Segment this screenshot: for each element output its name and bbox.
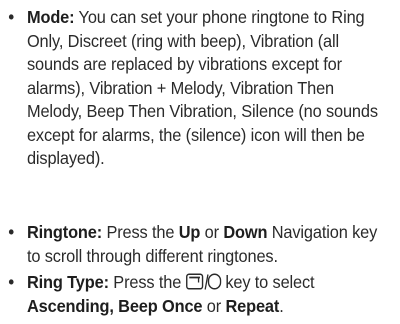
list-item-text: Mode: You can set your phone ringtone to… [27, 6, 392, 171]
option-ascending-beep-once: Ascending, Beep Once [26, 295, 203, 316]
key-down: Down [223, 222, 268, 242]
ok-key-icon [207, 273, 221, 290]
softkey-icon [185, 273, 203, 290]
softkey-ok-key-icon [185, 273, 221, 291]
term-ringtone: Ringtone: [26, 222, 103, 242]
list-item-ring-type: • Ring Type: Press the key to select Asc… [0, 271, 372, 318]
option-repeat: Repeat [225, 295, 280, 316]
mode-description: You can set your phone ringtone to Ring … [26, 7, 378, 168]
text-fragment: key to select [220, 272, 315, 292]
list-item-mode: • Mode: You can set your phone ringtone … [0, 6, 378, 171]
list-item-text: Ringtone: Press the Up or Down Navigatio… [27, 221, 392, 268]
text-fragment: Press the [108, 272, 186, 292]
list-item-ringtone: • Ringtone: Press the Up or Down Navigat… [0, 221, 377, 268]
text-fragment: or [200, 222, 224, 242]
bullet-point: • [8, 222, 14, 242]
manual-page: • Mode: You can set your phone ringtone … [0, 0, 400, 324]
term-mode: Mode: [26, 7, 75, 27]
text-fragment: . [279, 295, 284, 316]
bullet-point: • [8, 272, 14, 292]
bullet-point: • [8, 7, 14, 27]
term-ring-type: Ring Type: [26, 272, 109, 292]
key-up: Up [178, 222, 201, 242]
text-fragment: or [202, 295, 226, 316]
list-item-text: Ring Type: Press the key to select Ascen… [27, 271, 392, 318]
text-fragment: Press the [102, 222, 179, 242]
